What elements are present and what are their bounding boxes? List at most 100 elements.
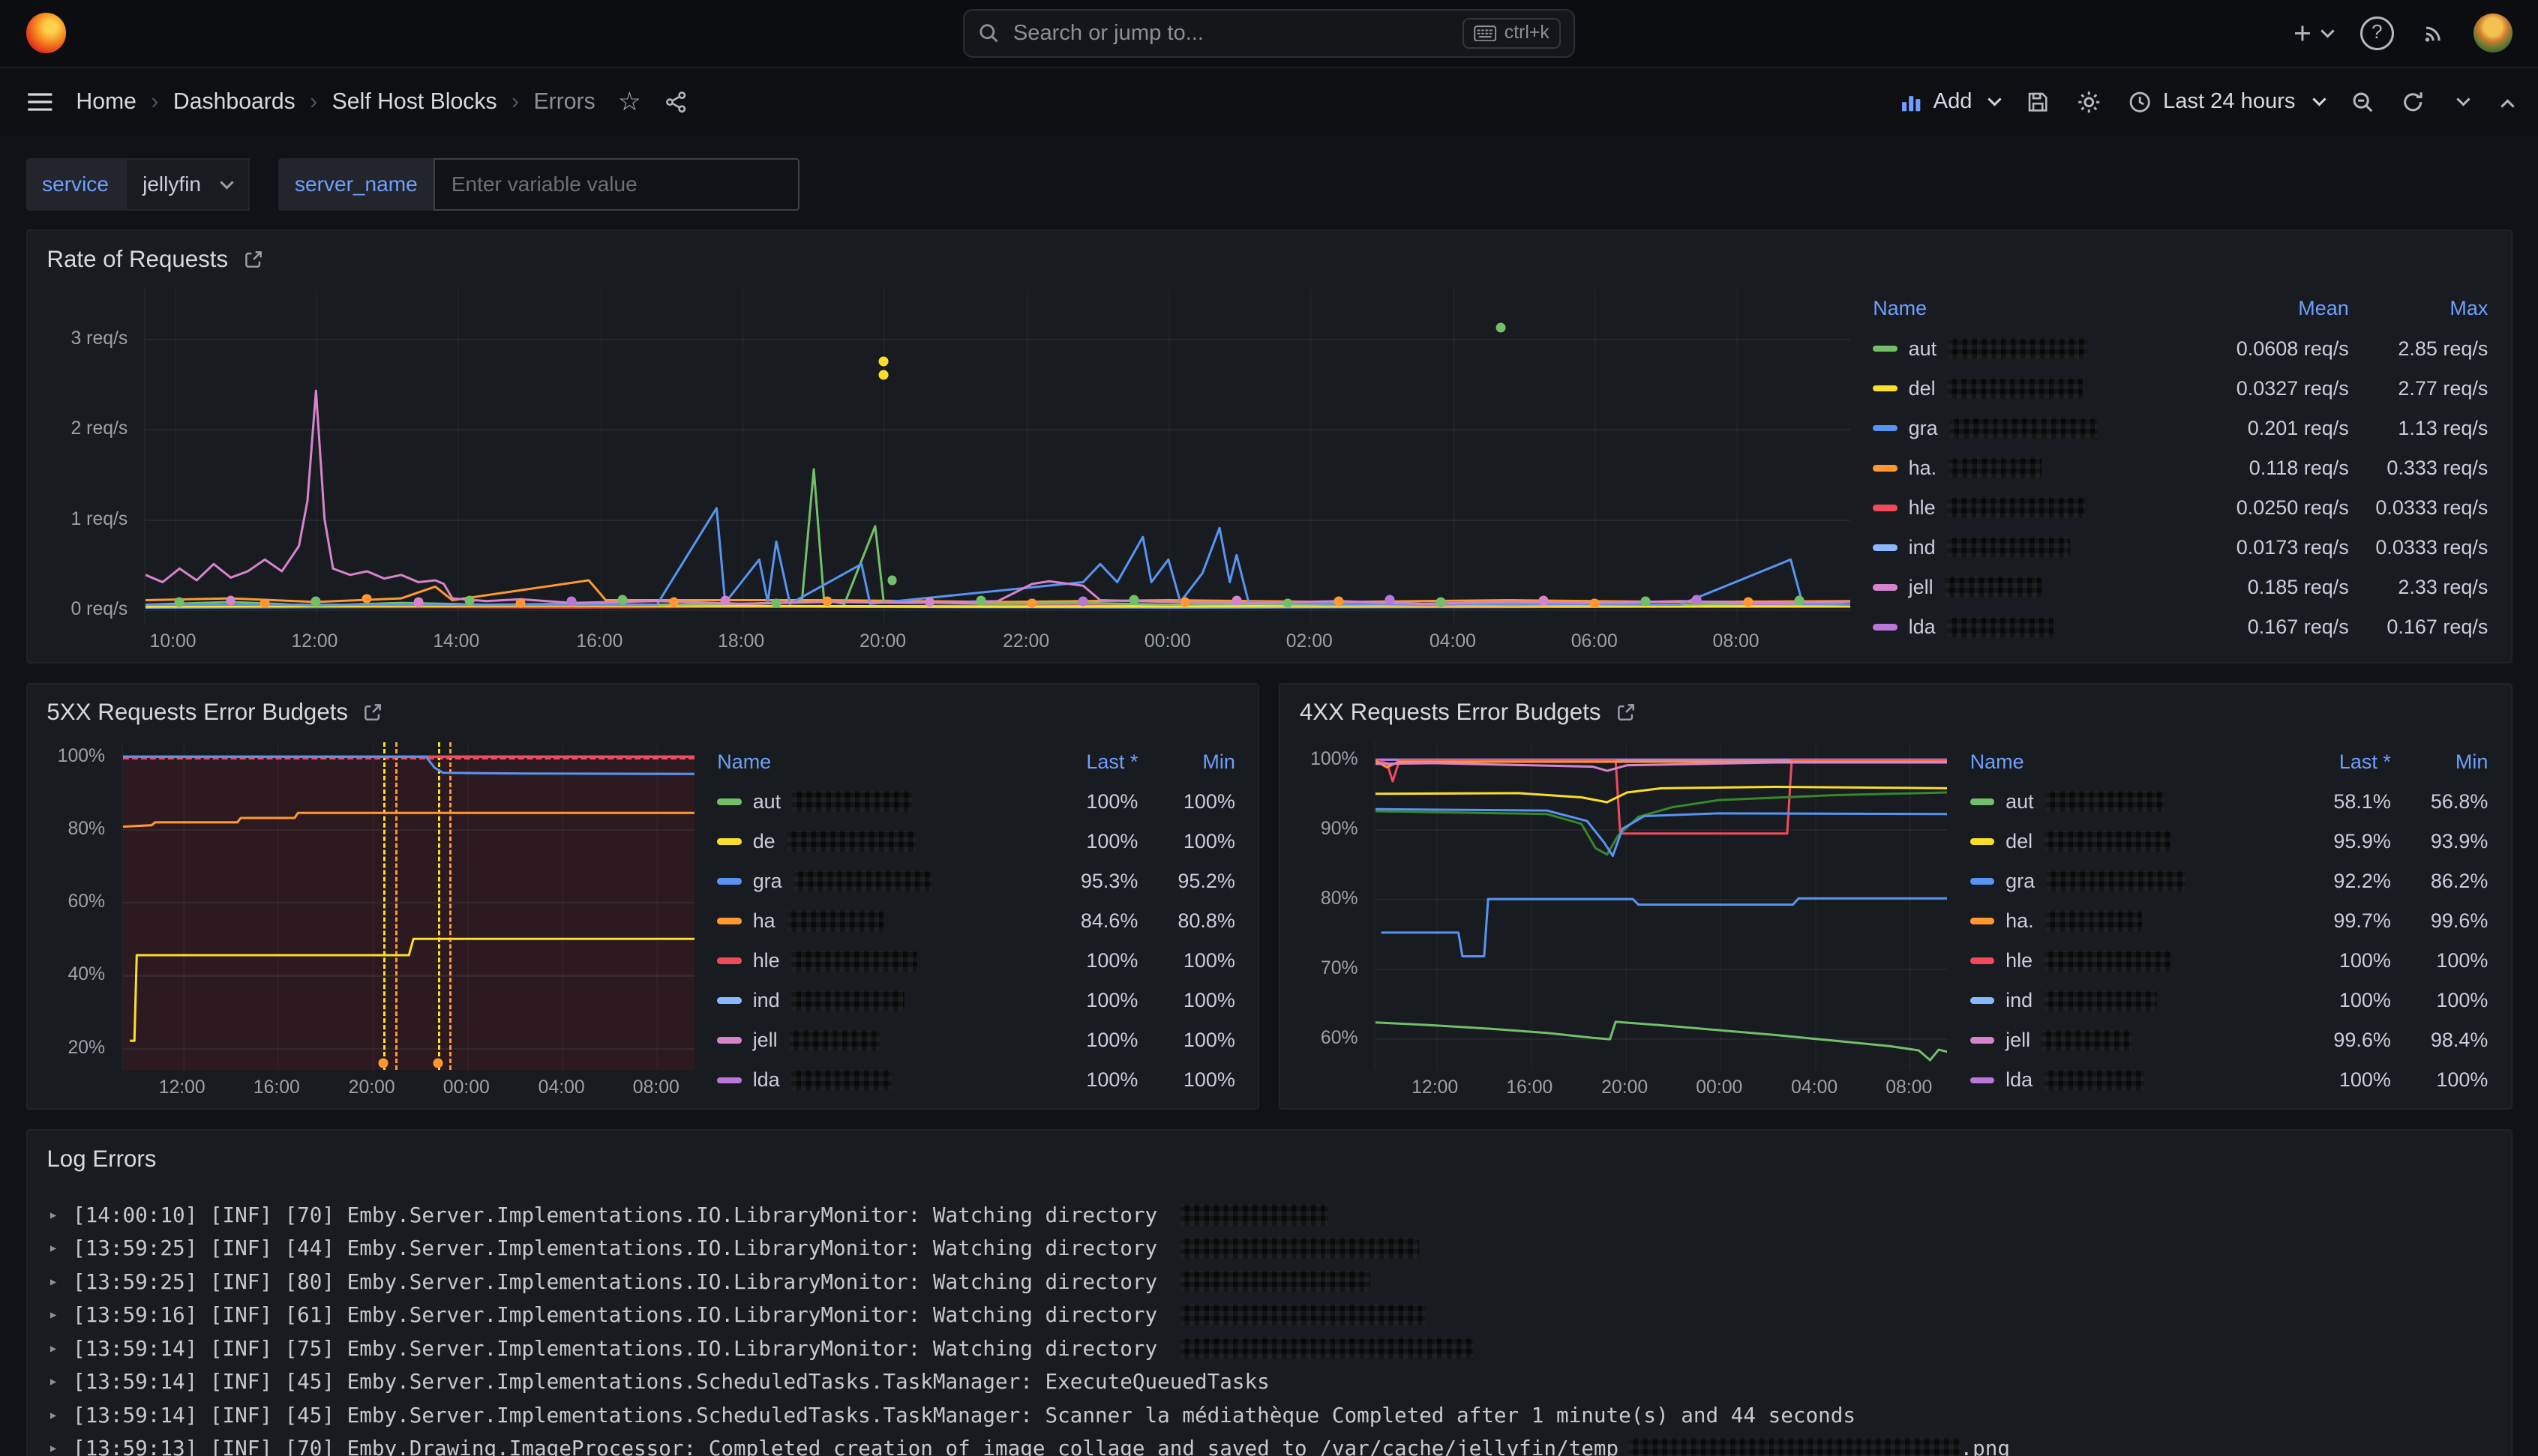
external-link-icon[interactable] — [243, 249, 264, 270]
series-name[interactable]: ha. — [1873, 457, 2168, 480]
legend-row[interactable]: del95.9%93.9% — [1970, 822, 2488, 861]
share-button[interactable] — [664, 90, 688, 114]
breadcrumb-item-dashboards[interactable]: Dashboards — [173, 89, 296, 115]
log-line[interactable]: ▸[13:59:13] [INF] [70] Emby.Drawing.Imag… — [44, 1431, 2494, 1456]
series-name[interactable]: hle — [1970, 949, 2271, 972]
legend-row[interactable]: gra92.2%86.2% — [1970, 861, 2488, 901]
series-name[interactable]: de — [717, 830, 1018, 853]
log-line[interactable]: ▸[14:00:10] [INF] [70] Emby.Server.Imple… — [44, 1198, 2494, 1231]
panel-title[interactable]: 5XX Requests Error Budgets — [46, 699, 348, 726]
log-line[interactable]: ▸[13:59:25] [INF] [44] Emby.Server.Imple… — [44, 1232, 2494, 1265]
favorite-button[interactable]: ☆ — [618, 89, 641, 115]
legend-row[interactable]: hle0.0250 req/s0.0333 req/s — [1873, 488, 2488, 528]
collapse-toolbar-button[interactable] — [2494, 97, 2512, 106]
legend-row[interactable]: jell0.185 req/s2.33 req/s — [1873, 568, 2488, 607]
chart-plot[interactable] — [122, 742, 694, 1070]
legend-row[interactable]: aut58.1%56.8% — [1970, 782, 2488, 822]
legend-row[interactable]: ind0.0173 req/s0.0333 req/s — [1873, 528, 2488, 568]
legend-row[interactable]: hle100%100% — [717, 941, 1235, 981]
log-line[interactable]: ▸[13:59:16] [INF] [61] Emby.Server.Imple… — [44, 1299, 2494, 1332]
series-name[interactable]: ha — [717, 909, 1018, 933]
legend-row[interactable]: lda0.167 req/s0.167 req/s — [1873, 607, 2488, 647]
legend-column-header[interactable]: Last * — [2271, 750, 2391, 774]
series-name[interactable]: lda — [1970, 1068, 2271, 1092]
external-link-icon[interactable] — [1616, 702, 1636, 723]
legend-column-header[interactable]: Last * — [1018, 750, 1138, 774]
legend-row[interactable]: gra0.201 req/s1.13 req/s — [1873, 409, 2488, 448]
user-avatar[interactable] — [2474, 13, 2512, 52]
series-name[interactable]: del — [1970, 830, 2271, 853]
dashboard-settings-button[interactable] — [2076, 89, 2102, 115]
series-name[interactable]: aut — [1970, 790, 2271, 813]
legend-column-header[interactable]: Min — [1138, 750, 1234, 774]
series-name[interactable]: aut — [1873, 337, 2168, 361]
legend-row[interactable]: aut100%100% — [717, 782, 1235, 822]
series-name[interactable]: hle — [1873, 496, 2168, 520]
grafana-logo[interactable] — [26, 13, 67, 53]
series-name[interactable]: hle — [717, 949, 1018, 972]
refresh-button[interactable] — [2401, 90, 2425, 114]
expand-icon[interactable]: ▸ — [49, 1372, 58, 1391]
time-range-picker[interactable]: Last 24 hours — [2128, 89, 2325, 114]
add-panel-button[interactable]: Add — [1899, 89, 2000, 114]
legend-row[interactable]: ha84.6%80.8% — [717, 901, 1235, 941]
search-input[interactable]: Search or jump to... ctrl+k — [963, 9, 1575, 58]
series-name[interactable]: jell — [717, 1029, 1018, 1052]
series-name[interactable]: gra — [717, 870, 1018, 893]
refresh-interval-button[interactable] — [2451, 97, 2469, 106]
legend-column-header[interactable]: Name — [1873, 297, 2168, 320]
series-name[interactable]: jell — [1970, 1029, 2271, 1052]
series-name[interactable]: ind — [1873, 536, 2168, 559]
legend-row[interactable]: ha.0.118 req/s0.333 req/s — [1873, 448, 2488, 488]
legend-row[interactable]: del0.0327 req/s2.77 req/s — [1873, 369, 2488, 409]
breadcrumb-item-errors[interactable]: Errors — [533, 89, 595, 115]
series-name[interactable]: gra — [1873, 417, 2168, 440]
log-line[interactable]: ▸[13:59:25] [INF] [80] Emby.Server.Imple… — [44, 1265, 2494, 1298]
chart-plot[interactable] — [144, 289, 1850, 623]
news-button[interactable] — [2422, 21, 2446, 45]
expand-icon[interactable]: ▸ — [49, 1339, 58, 1358]
legend-row[interactable]: lda100%100% — [1970, 1060, 2488, 1100]
panel-title[interactable]: 4XX Requests Error Budgets — [1300, 699, 1601, 726]
log-line[interactable]: ▸[13:59:14] [INF] [45] Emby.Server.Imple… — [44, 1365, 2494, 1398]
expand-icon[interactable]: ▸ — [49, 1439, 58, 1456]
legend-row[interactable]: ind100%100% — [1970, 981, 2488, 1020]
legend-row[interactable]: hle100%100% — [1970, 941, 2488, 981]
series-name[interactable]: aut — [717, 790, 1018, 813]
breadcrumb-item-self-host-blocks[interactable]: Self Host Blocks — [332, 89, 497, 115]
panel-title[interactable]: Rate of Requests — [46, 246, 228, 273]
new-menu-button[interactable]: + — [2294, 18, 2332, 49]
save-dashboard-button[interactable] — [2026, 90, 2050, 114]
expand-icon[interactable]: ▸ — [49, 1206, 58, 1224]
external-link-icon[interactable] — [362, 702, 383, 723]
legend-row[interactable]: de100%100% — [717, 822, 1235, 861]
series-name[interactable]: ind — [717, 989, 1018, 1012]
mega-menu-toggle[interactable] — [26, 91, 54, 112]
expand-icon[interactable]: ▸ — [49, 1305, 58, 1324]
legend-column-header[interactable]: Name — [717, 750, 1018, 774]
legend-row[interactable]: lda100%100% — [717, 1060, 1235, 1100]
chart-plot[interactable] — [1374, 742, 1947, 1070]
series-name[interactable]: lda — [717, 1068, 1018, 1092]
series-name[interactable]: lda — [1873, 616, 2168, 639]
legend-row[interactable]: ha.99.7%99.6% — [1970, 901, 2488, 941]
series-name[interactable]: ind — [1970, 989, 2271, 1012]
log-line[interactable]: ▸[13:59:14] [INF] [75] Emby.Server.Imple… — [44, 1332, 2494, 1365]
panel-title[interactable]: Log Errors — [46, 1146, 156, 1173]
legend-column-header[interactable]: Min — [2391, 750, 2488, 774]
legend-row[interactable]: ind100%100% — [717, 981, 1235, 1020]
series-name[interactable]: del — [1873, 377, 2168, 400]
expand-icon[interactable]: ▸ — [49, 1272, 58, 1291]
series-name[interactable]: gra — [1970, 870, 2271, 893]
variable-input-server-name[interactable] — [434, 158, 800, 210]
expand-icon[interactable]: ▸ — [49, 1239, 58, 1257]
legend-row[interactable]: aut0.0608 req/s2.85 req/s — [1873, 328, 2488, 368]
log-line[interactable]: ▸[13:59:14] [INF] [45] Emby.Server.Imple… — [44, 1398, 2494, 1431]
legend-row[interactable]: jell99.6%98.4% — [1970, 1020, 2488, 1060]
variable-select-service[interactable]: jellyfin — [125, 158, 250, 210]
breadcrumb-item-home[interactable]: Home — [76, 89, 136, 115]
series-name[interactable]: ha. — [1970, 909, 2271, 933]
zoom-out-button[interactable] — [2350, 90, 2374, 114]
legend-column-header[interactable]: Max — [2349, 297, 2488, 320]
legend-row[interactable]: jell100%100% — [717, 1020, 1235, 1060]
